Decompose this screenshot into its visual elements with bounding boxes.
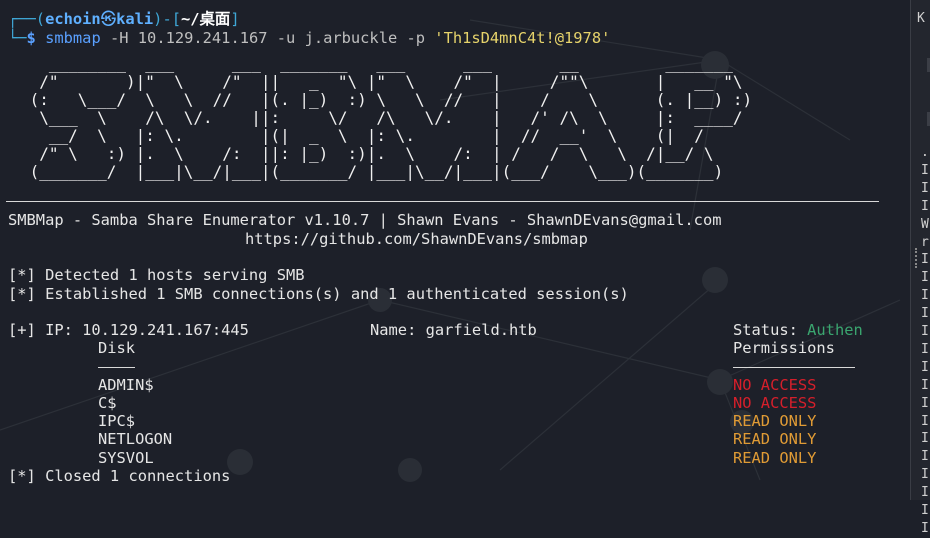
banner-url: https://github.com/ShawnDEvans/smbmap (245, 230, 588, 248)
side-panel-row: I (921, 395, 929, 411)
side-panel-row: I (921, 449, 929, 465)
side-panel-row: I (921, 377, 929, 393)
side-panel-row: I (921, 162, 929, 178)
established-line: [*] Established 1 SMB connections(s) and… (8, 285, 629, 303)
side-panel-row: I (921, 198, 929, 214)
side-panel-row: I (921, 180, 929, 196)
side-panel-row: I (921, 520, 929, 536)
side-panel-row: I (921, 270, 929, 286)
banner-tagline: SMBMap - Samba Share Enumerator v1.10.7 … (8, 211, 722, 229)
prompt-host: kali (116, 10, 154, 28)
share-permission: READ ONLY (733, 449, 817, 467)
side-panel-row: I (921, 306, 929, 322)
side-panel-row: I (921, 341, 929, 357)
side-panel-row: I (921, 467, 929, 483)
command-line: └─$ smbmap -H 10.129.241.167 -u j.arbuck… (8, 29, 610, 47)
share-permission: READ ONLY (733, 412, 817, 430)
side-panel-row: I (921, 503, 929, 518)
prompt-corner-bottom: └─ (8, 29, 27, 47)
terminal-window[interactable]: ┌──(echoin㉿kali)-[~/桌面] └─$ smbmap -H 10… (0, 0, 906, 500)
side-panel-row: . (921, 145, 929, 160)
side-panel-row: I (921, 359, 929, 375)
side-panel-row: I (921, 252, 929, 268)
detected-hosts-line: [*] Detected 1 hosts serving SMB (8, 266, 305, 284)
side-panel-row: W (921, 216, 929, 232)
disk-header-underline (98, 367, 135, 368)
permissions-header: Permissions (733, 339, 835, 357)
prompt-close: ] (230, 10, 240, 28)
host-name: Name: garfield.htb (370, 321, 537, 339)
side-panel-row: I (921, 413, 929, 429)
side-panel[interactable]: K .IIIWrIIIIIIIIIIIIIIII (910, 0, 930, 536)
side-panel-row: I (921, 485, 929, 501)
share-permission: NO ACCESS (733, 376, 817, 394)
side-panel-top-letter: K (917, 11, 925, 26)
prompt-corner-top: ┌──( (8, 10, 46, 28)
prompt-user: echoin (45, 10, 101, 28)
share-name: ADMIN$ (98, 376, 154, 394)
command-args: -H 10.129.241.167 -u j.arbuckle -p (100, 29, 435, 47)
prompt-at-symbol: ㉿ (100, 10, 117, 28)
prompt-dir: ~/桌面 (180, 10, 231, 28)
share-name: C$ (98, 394, 117, 412)
prompt-line: ┌──(echoin㉿kali)-[~/桌面] (8, 10, 240, 28)
prompt-sep: )-[ (153, 10, 181, 28)
disk-header: Disk (98, 339, 136, 357)
side-panel-scroll-handle[interactable] (915, 248, 920, 268)
status-label: Status: (733, 321, 808, 339)
side-panel-row: I (921, 431, 929, 447)
status-value: Authen (807, 321, 863, 339)
permissions-header-underline (733, 367, 855, 368)
share-name: IPC$ (98, 412, 136, 430)
status-field: Status: Authen (733, 321, 863, 339)
prompt-dollar: $ (26, 29, 36, 47)
command-name: smbmap (45, 29, 101, 47)
side-panel-row: I (921, 324, 929, 339)
side-panel-row: r (921, 234, 929, 250)
share-name: SYSVOL (98, 449, 154, 467)
share-name: NETLOGON (98, 430, 173, 448)
banner-divider (6, 201, 879, 202)
command-password: 'Th1sD4mnC4t!@1978' (434, 29, 611, 47)
share-permission: NO ACCESS (733, 394, 817, 412)
share-permission: READ ONLY (733, 430, 817, 448)
smbmap-ascii-banner: ________ ___ ___ _______ ___ ___ __ ____… (29, 54, 753, 181)
side-panel-row: I (921, 288, 929, 304)
ip-line: [+] IP: 10.129.241.167:445 (8, 321, 249, 339)
closed-connections-line: [*] Closed 1 connections (8, 467, 231, 485)
